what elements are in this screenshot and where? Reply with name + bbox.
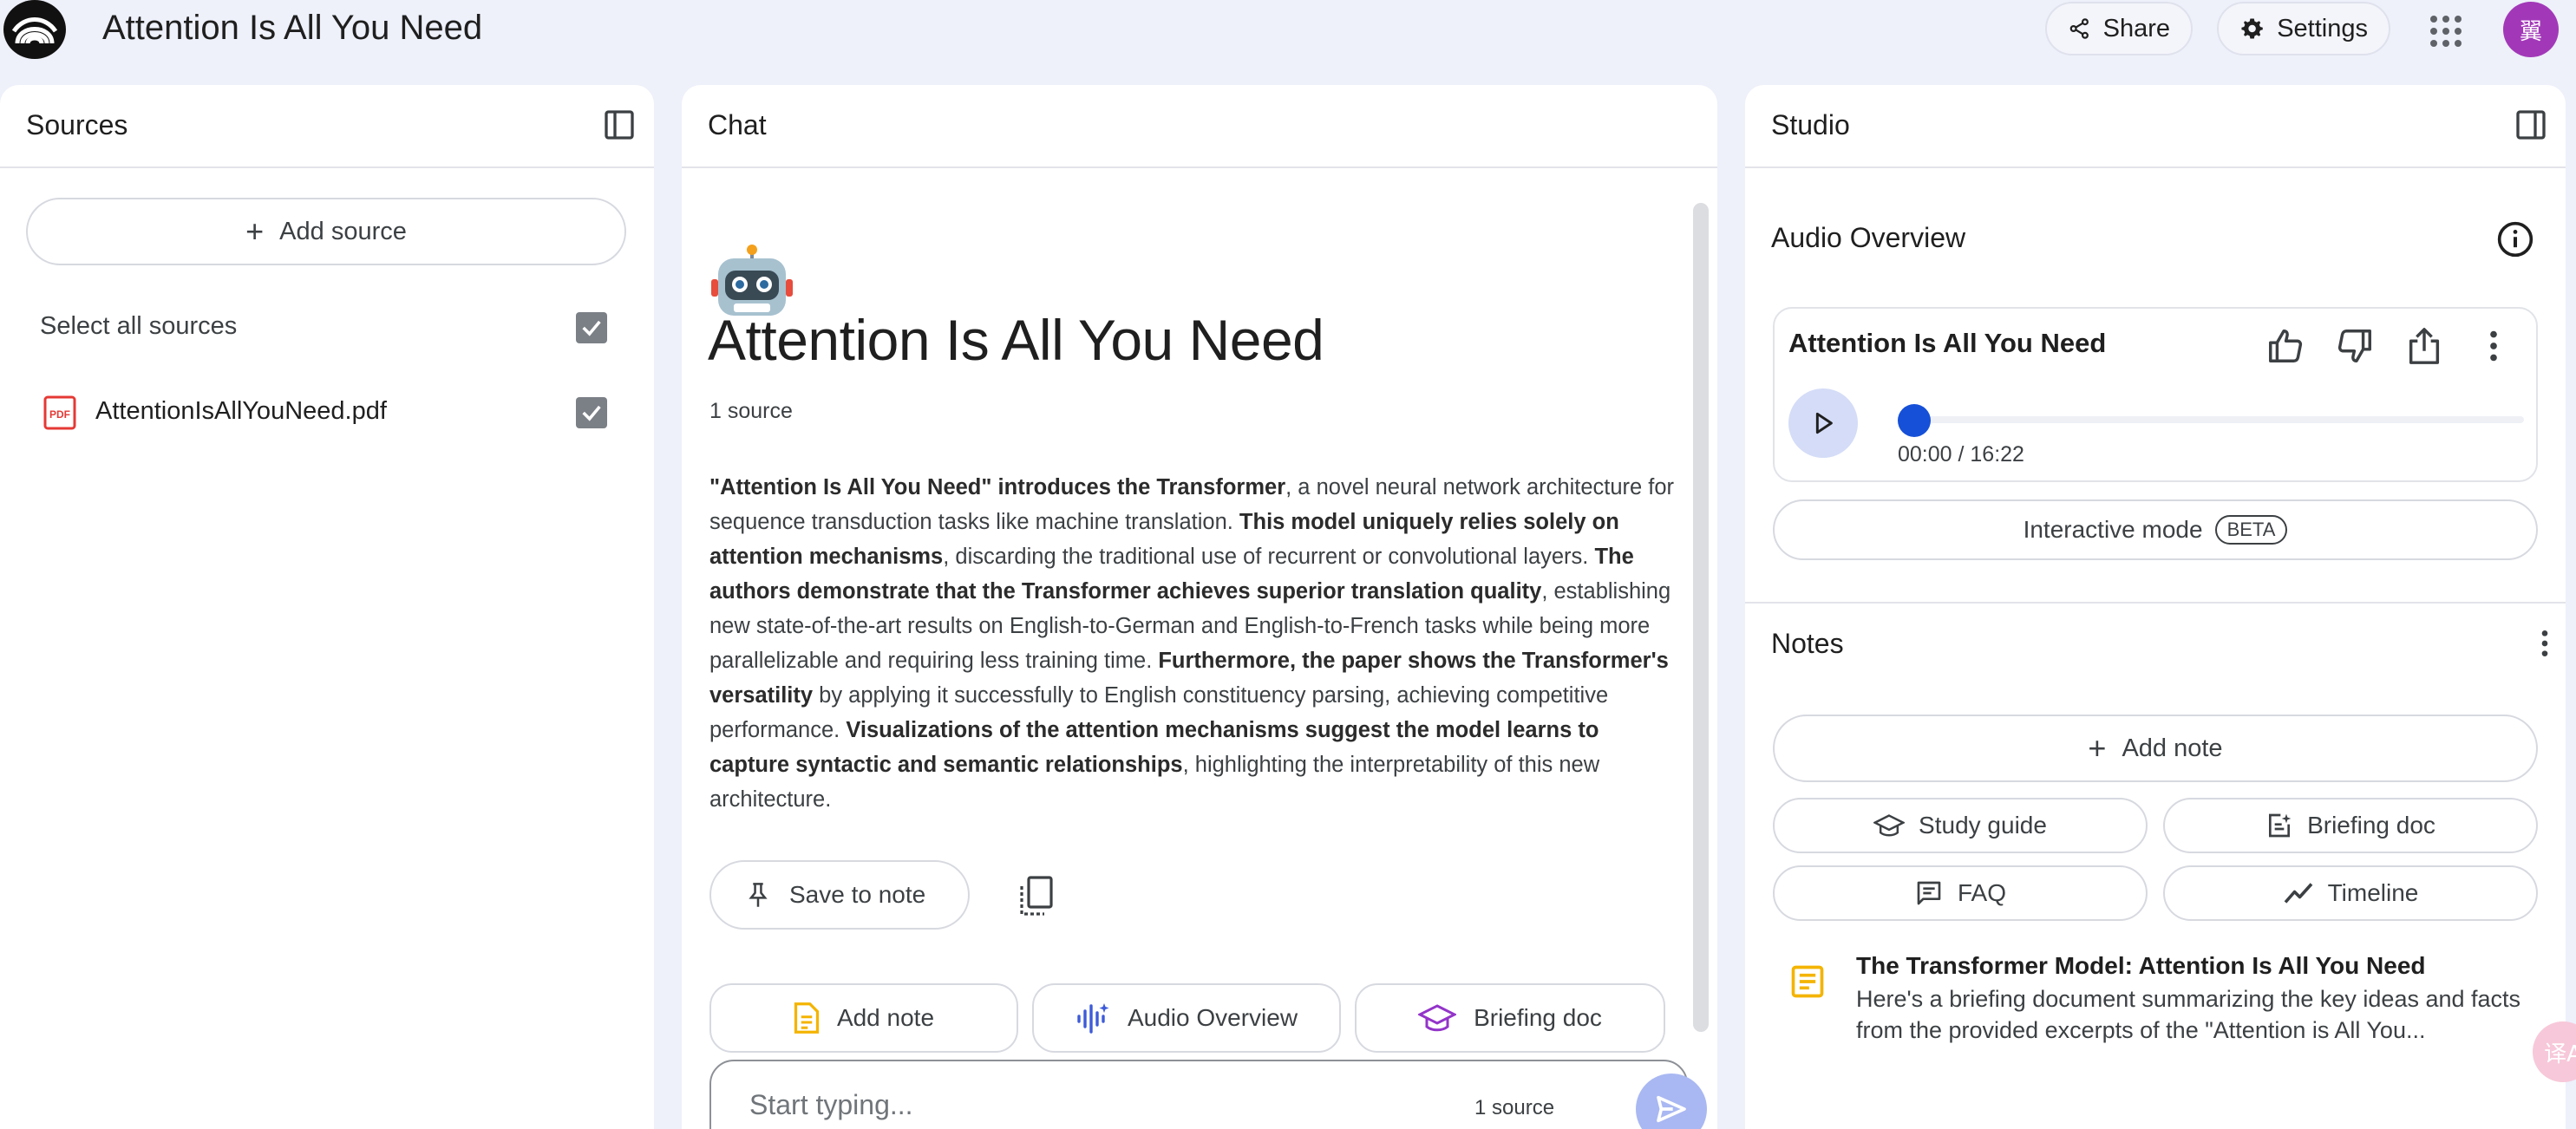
collapse-panel-icon[interactable] bbox=[602, 108, 637, 142]
share-export-icon[interactable] bbox=[2404, 326, 2444, 366]
play-icon bbox=[1815, 412, 1833, 434]
chat-header: Chat bbox=[682, 85, 1717, 168]
source-item[interactable]: PDF AttentionIsAllYouNeed.pdf bbox=[40, 390, 630, 434]
add-note-chip-label: Add note bbox=[836, 1004, 935, 1031]
thumbs-up-icon[interactable] bbox=[2265, 326, 2305, 366]
settings-label: Settings bbox=[2277, 14, 2368, 42]
graduation-cap-icon bbox=[1418, 1004, 1457, 1032]
copy-icon[interactable] bbox=[1011, 871, 1063, 923]
share-label: Share bbox=[2102, 14, 2170, 42]
interactive-mode-label: Interactive mode bbox=[2023, 516, 2203, 543]
study-guide-label: Study guide bbox=[1919, 812, 2047, 839]
add-source-button[interactable]: + Add source bbox=[26, 198, 626, 265]
settings-button[interactable]: Settings bbox=[2217, 2, 2390, 55]
timeline-label: Timeline bbox=[2327, 879, 2419, 906]
send-button[interactable] bbox=[1636, 1074, 1707, 1129]
graduation-cap-icon bbox=[1873, 814, 1906, 837]
studio-panel: Studio Audio Overview Attention Is All Y… bbox=[1745, 85, 2566, 1129]
notebook-title[interactable]: Attention Is All You Need bbox=[102, 9, 482, 48]
thumbs-down-icon[interactable] bbox=[2335, 326, 2375, 366]
add-source-label: Add source bbox=[279, 217, 407, 245]
briefing-doc-label: Briefing doc bbox=[2307, 812, 2435, 839]
divider bbox=[1745, 602, 2566, 604]
audio-time: 00:00 / 16:22 bbox=[1898, 442, 2024, 467]
note-item[interactable]: The Transformer Model: Attention Is All … bbox=[1788, 952, 2552, 1047]
chat-title: Chat bbox=[708, 109, 767, 140]
note-icon bbox=[794, 1002, 820, 1034]
source-checkbox[interactable] bbox=[576, 397, 607, 428]
share-icon bbox=[2069, 18, 2089, 39]
sources-title: Sources bbox=[26, 109, 128, 140]
faq-label: FAQ bbox=[1957, 879, 2006, 906]
chat-bubble-icon bbox=[1917, 881, 1941, 905]
plus-icon: + bbox=[245, 213, 265, 249]
notebooklm-logo[interactable] bbox=[3, 0, 66, 59]
more-vert-icon[interactable] bbox=[2527, 626, 2562, 661]
chat-heading: Attention Is All You Need bbox=[708, 308, 1324, 372]
collapse-panel-icon[interactable] bbox=[2514, 108, 2548, 142]
chat-input-source-count: 1 source bbox=[1474, 1096, 1555, 1119]
summary-segment: "Attention Is All You Need" introduces t… bbox=[709, 475, 1286, 499]
audio-progress-track[interactable] bbox=[1898, 416, 2524, 423]
check-icon bbox=[582, 405, 601, 421]
trending-line-icon bbox=[2284, 883, 2312, 904]
audio-overview-card: Attention Is All You Need 00:00 / 16:22 bbox=[1773, 307, 2538, 482]
source-name: AttentionIsAllYouNeed.pdf bbox=[95, 397, 387, 425]
doc-sparkle-icon bbox=[2269, 813, 2292, 838]
pdf-icon: PDF bbox=[43, 395, 76, 430]
studio-title: Studio bbox=[1771, 109, 1850, 140]
notes-title: Notes bbox=[1771, 628, 1844, 659]
note-snippet: Here's a briefing document summarizing t… bbox=[1856, 986, 2521, 1043]
briefing-doc-button[interactable]: Briefing doc bbox=[2163, 798, 2538, 853]
chat-panel: Chat Attention Is All You Need 1 source … bbox=[682, 85, 1717, 1129]
audio-overview-chip[interactable]: Audio Overview bbox=[1032, 983, 1341, 1053]
studio-header: Studio bbox=[1745, 85, 2566, 168]
study-guide-button[interactable]: Study guide bbox=[1773, 798, 2148, 853]
beta-badge: BETA bbox=[2214, 515, 2288, 545]
interactive-mode-button[interactable]: Interactive mode BETA bbox=[1773, 499, 2538, 560]
audio-overview-title: Audio Overview bbox=[1771, 222, 1966, 253]
save-to-note-button[interactable]: Save to note bbox=[709, 860, 970, 930]
sources-header: Sources bbox=[0, 85, 654, 168]
audio-progress-knob[interactable] bbox=[1898, 404, 1931, 437]
chat-input-placeholder: Start typing... bbox=[749, 1089, 913, 1120]
timeline-button[interactable]: Timeline bbox=[2163, 865, 2538, 921]
save-to-note-label: Save to note bbox=[789, 881, 926, 908]
check-icon bbox=[582, 320, 601, 336]
sources-panel: Sources + Add source Select all sources … bbox=[0, 85, 654, 1129]
select-all-checkbox[interactable] bbox=[576, 312, 607, 343]
summary-segment: , discarding the traditional use of recu… bbox=[943, 545, 1595, 569]
faq-button[interactable]: FAQ bbox=[1773, 865, 2148, 921]
chat-source-count: 1 source bbox=[709, 399, 793, 423]
select-all-label: Select all sources bbox=[40, 312, 238, 340]
add-note-button[interactable]: + Add note bbox=[1773, 715, 2538, 782]
audio-overview-chip-label: Audio Overview bbox=[1127, 1004, 1298, 1031]
info-icon[interactable] bbox=[2496, 220, 2534, 258]
briefing-doc-chip-label: Briefing doc bbox=[1474, 1004, 1602, 1031]
notebook-summary: "Attention Is All You Need" introduces t… bbox=[709, 470, 1679, 817]
apps-grid-icon[interactable] bbox=[2429, 14, 2463, 49]
share-button[interactable]: Share bbox=[2045, 2, 2193, 55]
play-button[interactable] bbox=[1788, 388, 1858, 458]
note-icon bbox=[1791, 965, 1824, 998]
send-icon bbox=[1657, 1095, 1686, 1123]
pin-icon bbox=[749, 883, 768, 907]
gear-icon bbox=[2241, 18, 2263, 39]
add-note-chip[interactable]: Add note bbox=[709, 983, 1018, 1053]
chat-input[interactable]: Start typing... 1 source bbox=[709, 1060, 1707, 1129]
audio-waveform-icon bbox=[1077, 1003, 1109, 1034]
audio-card-title: Attention Is All You Need bbox=[1788, 328, 2107, 358]
plus-icon: + bbox=[2088, 730, 2107, 766]
svg-text:PDF: PDF bbox=[49, 408, 70, 421]
note-title: The Transformer Model: Attention Is All … bbox=[1856, 952, 2426, 979]
add-note-label: Add note bbox=[2122, 734, 2223, 762]
briefing-doc-chip[interactable]: Briefing doc bbox=[1355, 983, 1665, 1053]
more-vert-icon[interactable] bbox=[2474, 326, 2514, 366]
avatar[interactable]: 翼 bbox=[2503, 2, 2559, 57]
chat-scrollbar[interactable] bbox=[1693, 203, 1709, 1032]
